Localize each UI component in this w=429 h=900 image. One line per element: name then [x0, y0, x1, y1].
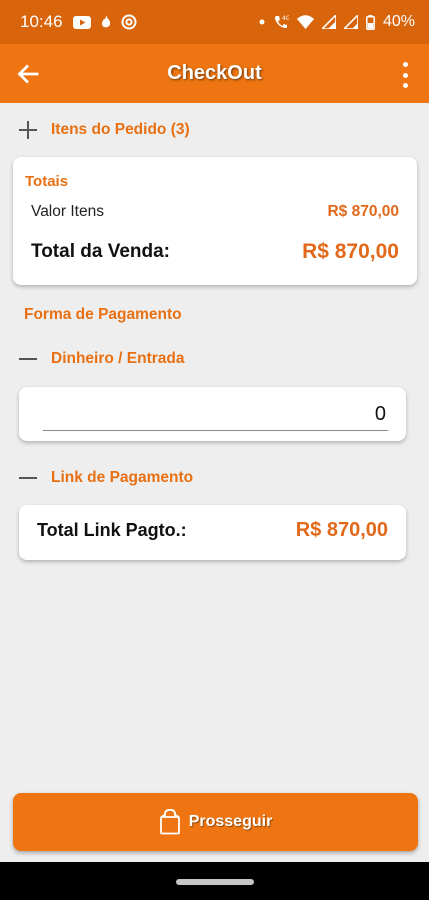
home-gesture-handle[interactable]: [176, 879, 254, 885]
cash-input-card: [19, 387, 406, 441]
svg-text:4G: 4G: [282, 15, 289, 22]
minus-icon: [19, 469, 37, 487]
payment-link-total-label: Total Link Pagto.:: [37, 520, 187, 540]
page-title: CheckOut: [167, 62, 262, 84]
wifi-icon: [296, 15, 314, 29]
youtube-icon: [72, 15, 91, 29]
system-nav-bar: [0, 862, 429, 900]
payment-link-card: Total Link Pagto.: R$ 870,00: [19, 505, 406, 560]
input-underline: [43, 430, 388, 431]
cash-section-toggle[interactable]: Dinheiro / Entrada: [19, 350, 185, 368]
wifi-call-icon: 4G: [273, 14, 289, 30]
signal-icon: [321, 15, 336, 29]
payment-link-total-amount: R$ 870,00: [295, 519, 388, 541]
payment-link-label: Link de Pagamento: [51, 469, 194, 486]
items-value-amount: R$ 870,00: [327, 203, 399, 220]
dot-icon: [259, 19, 265, 25]
sale-total-label: Total da Venda:: [31, 241, 171, 262]
totals-title: Totais: [25, 173, 69, 190]
payment-method-title: Forma de Pagamento: [24, 306, 182, 323]
sale-total-amount: R$ 870,00: [302, 240, 399, 263]
payment-link-total-row: Total Link Pagto.: R$ 870,00: [37, 519, 388, 542]
cash-amount-input[interactable]: [43, 401, 388, 427]
order-items-label: Itens do Pedido (3): [51, 121, 190, 138]
sale-total-row: Total da Venda: R$ 870,00: [31, 240, 399, 264]
more-vert-icon: [402, 62, 408, 67]
at-sign-icon: [121, 14, 137, 30]
order-items-toggle[interactable]: Itens do Pedido (3): [19, 121, 190, 139]
items-value-row: Valor Itens R$ 870,00: [31, 203, 399, 221]
proceed-label: Prosseguir: [188, 813, 273, 830]
status-time: 10:46: [20, 12, 63, 31]
shopping-bag-icon: [159, 809, 181, 835]
app-bar: CheckOut: [0, 44, 429, 103]
overflow-menu-button[interactable]: [399, 62, 411, 88]
items-value-label: Valor Itens: [31, 203, 104, 220]
battery-icon: [366, 14, 375, 30]
proceed-button[interactable]: Prosseguir: [13, 793, 418, 851]
battery-percent: 40%: [382, 13, 415, 30]
status-bar: 10:46 4G 40%: [0, 0, 429, 44]
cash-input-wrapper: [43, 401, 388, 431]
minus-icon: [19, 350, 37, 368]
plus-icon: [19, 121, 37, 139]
totals-card: Totais Valor Itens R$ 870,00 Total da Ve…: [13, 157, 417, 285]
payment-link-toggle[interactable]: Link de Pagamento: [19, 469, 193, 487]
flame-icon: [101, 15, 111, 29]
signal-icon-2: [343, 15, 358, 29]
cash-section-label: Dinheiro / Entrada: [51, 350, 185, 367]
